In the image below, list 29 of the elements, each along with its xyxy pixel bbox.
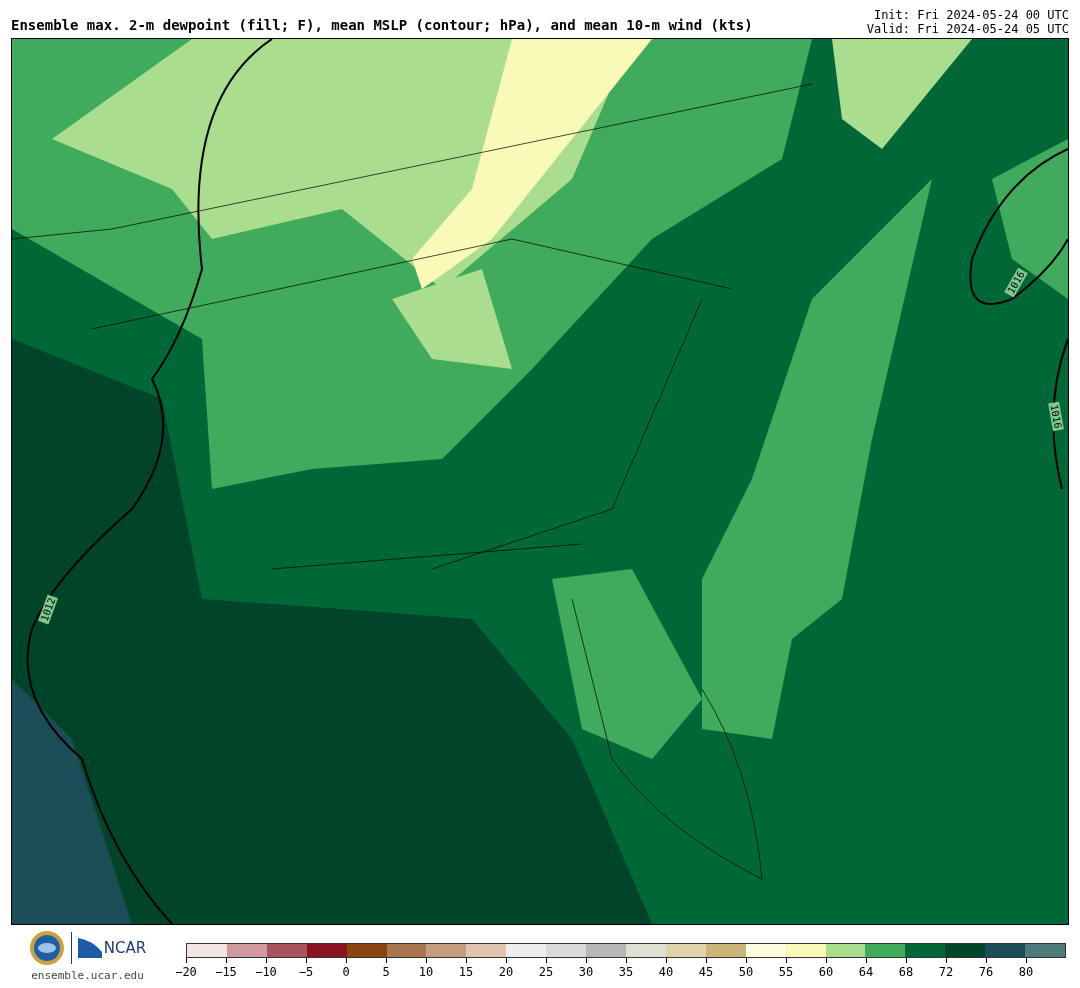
init-time: Init: Fri 2024-05-24 00 UTC (873, 8, 1069, 22)
tick-label: 80 (1017, 965, 1035, 979)
tick-label: 20 (497, 965, 515, 979)
tick-label: 72 (937, 965, 955, 979)
tick-label: 5 (381, 965, 391, 979)
tick-label: 55 (777, 965, 795, 979)
seal-icon (28, 930, 65, 966)
ncar-logo-icon (77, 938, 102, 958)
tick-label: 35 (617, 965, 635, 979)
tick-label: 76 (977, 965, 995, 979)
valid-time: Valid: Fri 2024-05-24 05 UTC (866, 22, 1069, 36)
tick-label: 64 (857, 965, 875, 979)
tick-label: 50 (737, 965, 755, 979)
tick-label: 0 (341, 965, 351, 979)
tick-label: 25 (537, 965, 555, 979)
tick-label: −15 (214, 965, 238, 979)
tick-label: −10 (254, 965, 278, 979)
tick-label: 15 (457, 965, 475, 979)
chart-title: Ensemble max. 2-m dewpoint (fill; F), mean MSLP (contour; hPa), and mean 10-m wind (kts) (11, 17, 753, 35)
tick-label: −20 (174, 965, 198, 979)
tick-label: 45 (697, 965, 715, 979)
site-url: ensemble.ucar.edu (31, 969, 144, 982)
logo-text: NCAR (103, 939, 147, 957)
tick-label: −5 (297, 965, 315, 979)
tick-label: 68 (897, 965, 915, 979)
tick-label: 30 (577, 965, 595, 979)
tick-label: 10 (417, 965, 435, 979)
tick-label: 60 (817, 965, 835, 979)
tick-label: 40 (657, 965, 675, 979)
